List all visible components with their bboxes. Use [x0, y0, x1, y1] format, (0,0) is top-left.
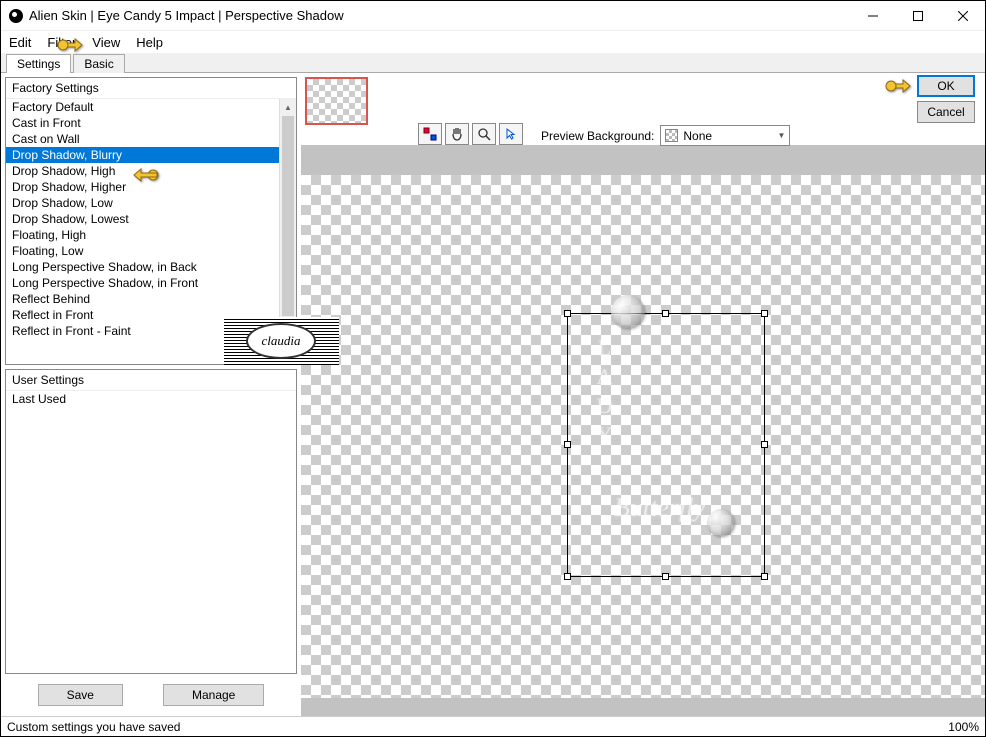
- close-button[interactable]: [940, 1, 985, 31]
- tab-settings[interactable]: Settings: [6, 54, 71, 73]
- pointing-hand-icon: [885, 76, 911, 96]
- titlebar: Alien Skin | Eye Candy 5 Impact | Perspe…: [1, 1, 985, 31]
- list-item[interactable]: Last Used: [6, 391, 296, 407]
- list-item[interactable]: Floating, Low: [6, 243, 296, 259]
- user-settings-listbox: User Settings Last Used: [5, 369, 297, 674]
- window-title: Alien Skin | Eye Candy 5 Impact | Perspe…: [29, 8, 850, 23]
- claudia-watermark: claudia: [224, 317, 339, 365]
- right-panel: Preview Background: None ▼ OK Cancel: [301, 73, 985, 716]
- user-list[interactable]: Last Used: [6, 391, 296, 673]
- separator-strip-top: [301, 145, 985, 175]
- bubble-decoration: [611, 295, 645, 329]
- transparency-swatch-icon: [665, 129, 678, 142]
- status-text: Custom settings you have saved: [7, 720, 180, 734]
- app-window: Alien Skin | Eye Candy 5 Impact | Perspe…: [0, 0, 986, 737]
- selection-handle[interactable]: [564, 441, 571, 448]
- maximize-button[interactable]: [895, 1, 940, 31]
- ok-button[interactable]: OK: [917, 75, 975, 97]
- zoom-level: 100%: [948, 720, 979, 734]
- watermark-vertical-text: LADY: [591, 335, 617, 451]
- list-item[interactable]: Cast on Wall: [6, 131, 296, 147]
- hand-pan-icon[interactable]: [445, 123, 469, 145]
- selection-handle[interactable]: [662, 310, 669, 317]
- pointer-icon[interactable]: [499, 123, 523, 145]
- preview-bg-control: Preview Background: None ▼: [541, 125, 790, 146]
- preview-bg-value: None: [683, 129, 712, 143]
- left-panel: Factory Settings Factory DefaultCast in …: [1, 73, 301, 716]
- list-item[interactable]: Drop Shadow, Lowest: [6, 211, 296, 227]
- menu-edit[interactable]: Edit: [9, 35, 31, 50]
- view-toggle-icon[interactable]: [418, 123, 442, 145]
- list-item[interactable]: Factory Default: [6, 99, 296, 115]
- list-item[interactable]: Reflect Behind: [6, 291, 296, 307]
- list-item[interactable]: Cast in Front: [6, 115, 296, 131]
- menu-help[interactable]: Help: [136, 35, 163, 50]
- claudia-label: claudia: [246, 323, 316, 359]
- action-buttons: OK Cancel: [917, 75, 975, 123]
- content-area: Factory Settings Factory DefaultCast in …: [1, 73, 985, 716]
- preview-thumbnail[interactable]: [305, 77, 368, 125]
- separator-strip-bottom: [301, 698, 985, 716]
- tab-bar: Settings Basic: [1, 53, 985, 73]
- factory-settings-header: Factory Settings: [6, 78, 296, 99]
- scroll-thumb[interactable]: [282, 116, 294, 316]
- scroll-up-icon[interactable]: ▲: [280, 99, 296, 116]
- list-item[interactable]: Long Perspective Shadow, in Front: [6, 275, 296, 291]
- list-item[interactable]: Long Perspective Shadow, in Back: [6, 259, 296, 275]
- preview-canvas[interactable]: LADY Butterfly: [301, 175, 985, 698]
- menubar: Edit Filter View Help: [1, 31, 985, 53]
- status-bar: Custom settings you have saved 100%: [1, 716, 985, 736]
- bubble-decoration: [707, 509, 735, 537]
- window-controls: [850, 1, 985, 31]
- chevron-down-icon: ▼: [777, 131, 785, 140]
- list-item[interactable]: Drop Shadow, High: [6, 163, 296, 179]
- app-icon: [9, 9, 23, 23]
- save-button[interactable]: Save: [38, 684, 123, 706]
- selection-handle[interactable]: [564, 573, 571, 580]
- user-settings-header: User Settings: [6, 370, 296, 391]
- tool-buttons: [418, 123, 523, 145]
- selection-handle[interactable]: [761, 573, 768, 580]
- list-item[interactable]: Drop Shadow, Low: [6, 195, 296, 211]
- menu-view[interactable]: View: [92, 35, 120, 50]
- tab-basic[interactable]: Basic: [73, 54, 124, 73]
- cancel-button[interactable]: Cancel: [917, 101, 975, 123]
- watermark-script-text: Butterfly: [614, 493, 705, 523]
- menu-filter[interactable]: Filter: [47, 35, 76, 50]
- zoom-icon[interactable]: [472, 123, 496, 145]
- preview-bg-select[interactable]: None ▼: [660, 125, 790, 146]
- list-item[interactable]: Floating, High: [6, 227, 296, 243]
- list-item[interactable]: Drop Shadow, Blurry: [6, 147, 296, 163]
- list-item[interactable]: Drop Shadow, Higher: [6, 179, 296, 195]
- selection-handle[interactable]: [662, 573, 669, 580]
- preview-toolbar: Preview Background: None ▼ OK Cancel: [301, 73, 985, 145]
- minimize-button[interactable]: [850, 1, 895, 31]
- preview-bg-label: Preview Background:: [541, 129, 654, 143]
- left-buttons: Save Manage: [5, 678, 297, 712]
- manage-button[interactable]: Manage: [163, 684, 264, 706]
- selection-handle[interactable]: [564, 310, 571, 317]
- selection-handle[interactable]: [761, 441, 768, 448]
- selection-handle[interactable]: [761, 310, 768, 317]
